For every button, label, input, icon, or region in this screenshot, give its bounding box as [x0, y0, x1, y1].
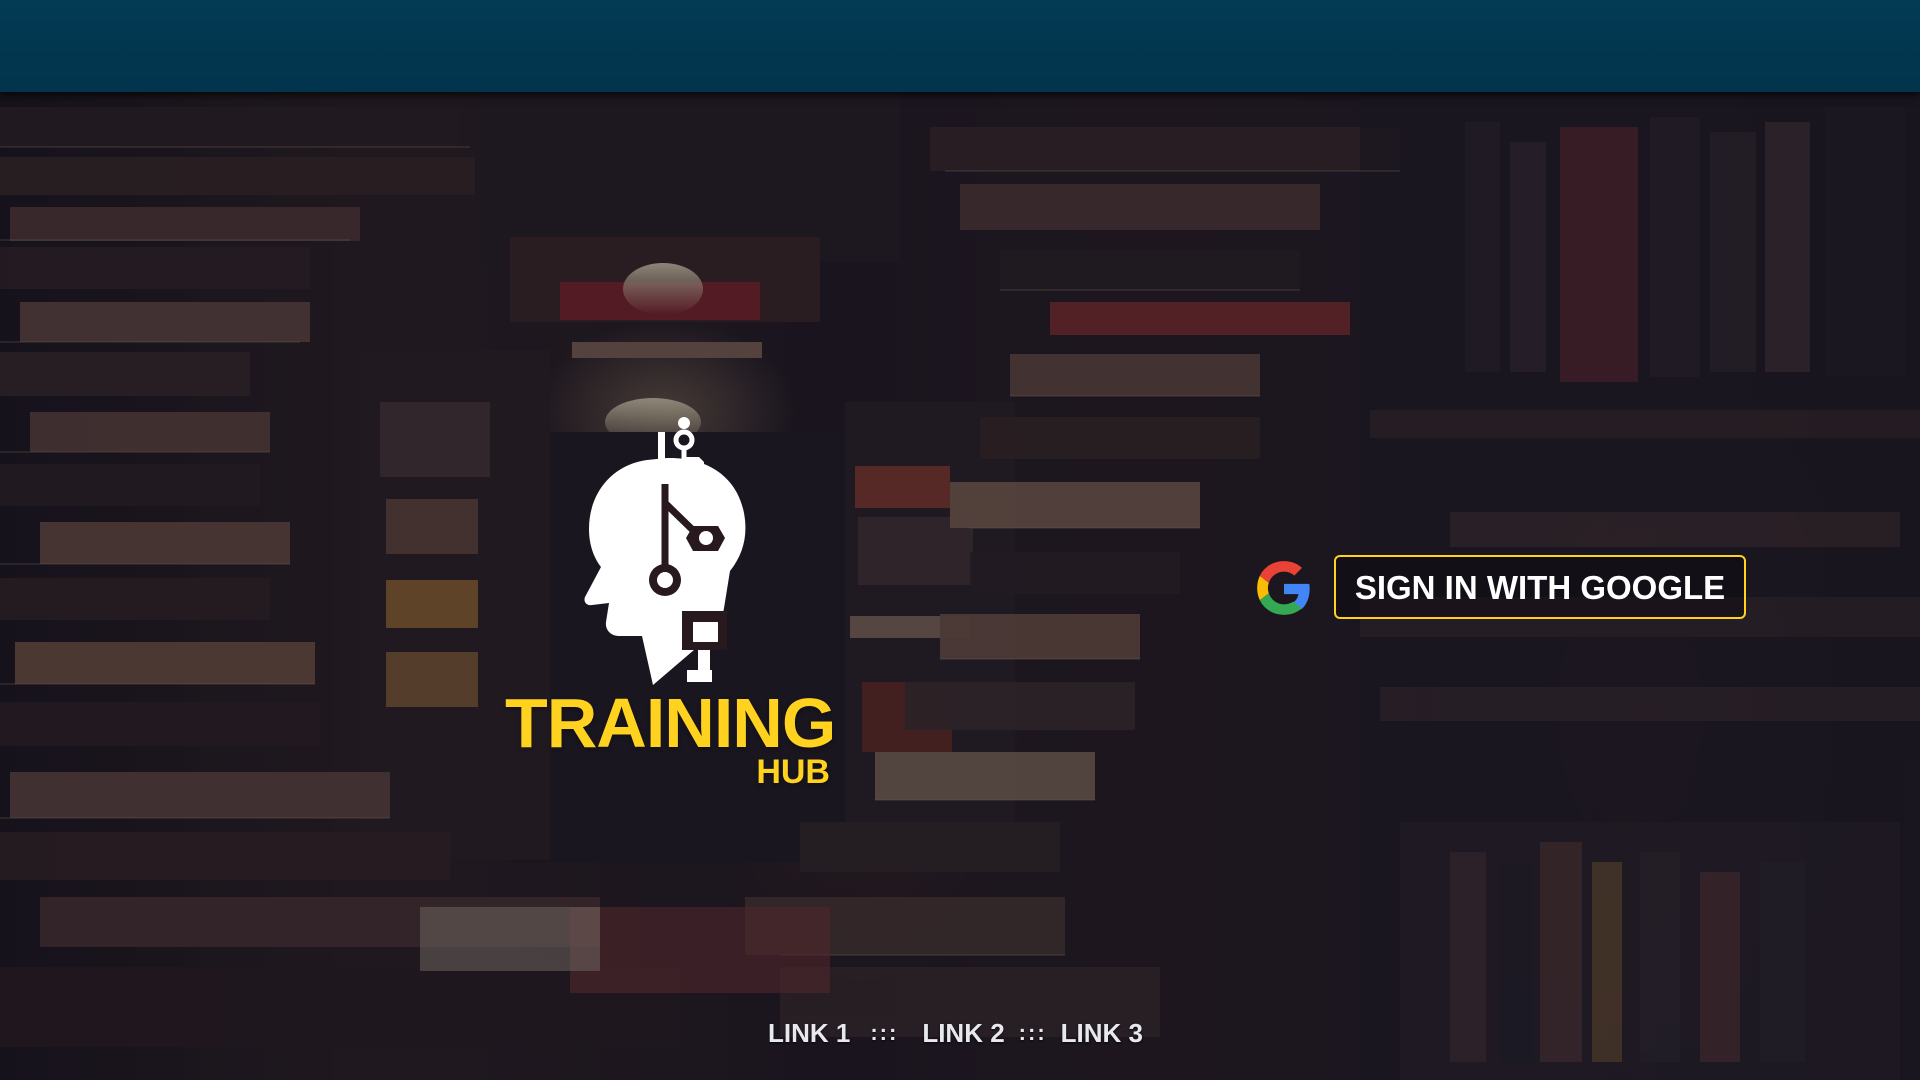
brand-subtitle: HUB	[756, 753, 830, 791]
footer-separator: :::	[1018, 1020, 1047, 1045]
footer-link-1[interactable]: LINK 1	[768, 1018, 850, 1049]
ai-head-icon	[584, 417, 746, 685]
brand-title: TRAINING	[505, 684, 836, 762]
footer-separator: :::	[870, 1020, 899, 1045]
training-hub-logo: TRAINING HUB	[505, 412, 845, 802]
google-signin-group: SIGN IN WITH GOOGLE	[1256, 555, 1748, 621]
google-icon	[1257, 561, 1310, 615]
footer-links: LINK 1 ::: LINK 2 ::: LINK 3	[768, 1017, 1148, 1049]
footer-link-3[interactable]: LINK 3	[1061, 1018, 1143, 1049]
footer-link-2[interactable]: LINK 2	[922, 1018, 1004, 1049]
top-header-bar	[0, 0, 1920, 92]
sign-in-with-google-button[interactable]: SIGN IN WITH GOOGLE	[1334, 555, 1746, 619]
login-page: TRAINING HUB SIGN IN WITH GOOGLE LINK 1 …	[0, 0, 1920, 1080]
